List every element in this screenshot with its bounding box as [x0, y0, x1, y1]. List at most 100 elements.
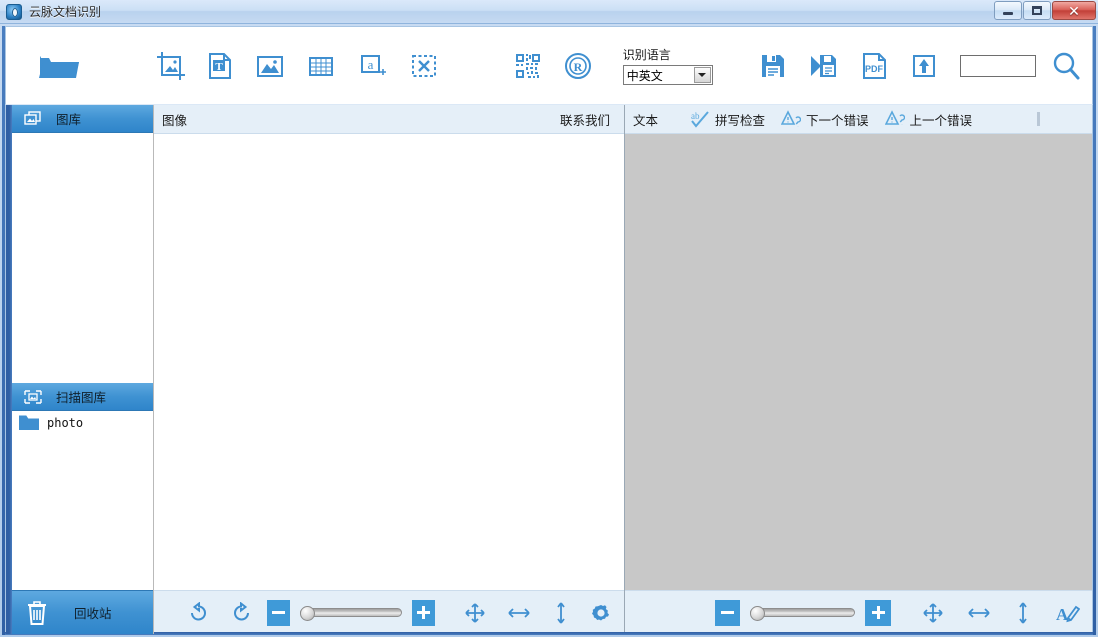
contact-us-link[interactable]: 联系我们 — [560, 110, 610, 129]
window-title: 云脉文档识别 — [29, 5, 102, 19]
image-zoom-slider[interactable] — [300, 606, 403, 621]
image-fit-height-button[interactable] — [553, 601, 569, 625]
next-error-button[interactable]: 下一个错误 — [781, 110, 869, 129]
maximize-button[interactable] — [1023, 1, 1051, 20]
folder-icon — [19, 415, 39, 430]
export-save-icon — [811, 54, 837, 77]
minimize-button[interactable] — [994, 1, 1022, 20]
image-panel-header: 图像 联系我们 — [154, 105, 624, 134]
main-content: 图库 扫描图库 photo 回收站 图像 联系我们 文本 ab 拼写检查 下一个… — [5, 104, 1093, 635]
prev-error-button[interactable]: 上一个错误 — [884, 110, 973, 129]
search-input[interactable] — [960, 55, 1036, 76]
image-panel-title: 图像 — [162, 113, 188, 128]
text-fit-width-button[interactable] — [967, 602, 991, 624]
crop-image-button[interactable] — [156, 38, 186, 94]
text-panel: 文本 ab 拼写检查 下一个错误 上一个错误 A — [625, 105, 1092, 634]
text-doc-icon: T — [209, 52, 232, 79]
fit-height-icon — [556, 601, 565, 624]
window-right-edge — [1093, 26, 1096, 635]
search-input-wrapper[interactable] — [959, 54, 1037, 77]
spell-check-button[interactable]: ab 拼写检查 — [688, 110, 765, 129]
slider-knob[interactable] — [300, 606, 316, 621]
image-fit-width-button[interactable] — [507, 602, 531, 624]
floppy-save-icon — [761, 54, 784, 77]
language-selector-group: 识别语言 中英文 — [622, 38, 713, 94]
svg-text:ab: ab — [691, 111, 700, 121]
sidebar: 图库 扫描图库 photo 回收站 — [6, 105, 154, 634]
spellcheck-icon: ab — [691, 111, 709, 128]
qr-code-icon — [515, 53, 540, 78]
add-character-button[interactable]: a — [358, 38, 388, 94]
search-icon — [1053, 52, 1080, 79]
rotate-left-icon — [191, 601, 207, 620]
spell-check-label: 拼写检查 — [715, 113, 766, 128]
crop-image-icon — [156, 51, 185, 80]
main-toolbar: T a R 识别语言 中英文 PDF — [5, 26, 1093, 104]
folder-open-icon — [38, 55, 79, 78]
font-edit-button[interactable]: A — [1054, 601, 1080, 625]
text-zoom-out-button[interactable] — [714, 599, 741, 626]
gallery-list[interactable] — [12, 133, 153, 383]
scan-gallery-list[interactable]: photo — [12, 411, 153, 590]
chevron-down-icon[interactable] — [693, 67, 711, 83]
save-as-button[interactable] — [809, 38, 839, 94]
sidebar-recycle-bin[interactable]: 回收站 — [12, 590, 153, 634]
close-button[interactable]: ✕ — [1052, 1, 1096, 20]
window-left-edge — [2, 26, 5, 635]
fit-page-icon — [923, 602, 943, 623]
sidebar-gallery-label: 图库 — [56, 113, 82, 127]
application-window: 云脉文档识别 ✕ T a R 识别语言 中英文 PDF 图库 扫描图库 phot… — [0, 0, 1098, 637]
sidebar-section-scan-gallery[interactable]: 扫描图库 — [12, 383, 153, 411]
panel-divider-handle[interactable] — [1037, 112, 1040, 126]
text-panel-title: 文本 — [633, 113, 659, 128]
image-panel-footer — [154, 590, 624, 634]
text-zoom-slider[interactable] — [750, 606, 856, 621]
image-canvas[interactable] — [154, 134, 624, 590]
trash-icon — [28, 600, 46, 625]
dashed-x-icon — [411, 54, 436, 77]
image-zoom-in-button[interactable] — [412, 599, 436, 626]
image-zoom-out-button[interactable] — [267, 599, 291, 626]
rotate-left-button[interactable] — [187, 601, 209, 624]
text-canvas[interactable] — [625, 134, 1092, 590]
image-region-button[interactable] — [255, 38, 285, 94]
next-error-icon — [781, 110, 802, 127]
maximize-icon — [1032, 6, 1042, 15]
minus-icon — [721, 611, 735, 614]
sidebar-section-gallery[interactable]: 图库 — [12, 105, 153, 133]
minimize-icon — [1003, 12, 1013, 15]
delete-region-button[interactable] — [410, 38, 438, 94]
qrcode-button[interactable] — [514, 38, 542, 94]
settings-gear-icon — [591, 604, 609, 620]
image-fit-page-button[interactable] — [464, 602, 486, 624]
text-fit-page-button[interactable] — [922, 602, 944, 624]
image-settings-button[interactable] — [590, 602, 612, 624]
title-bar: 云脉文档识别 ✕ — [0, 0, 1098, 24]
list-item[interactable]: photo — [12, 411, 153, 435]
save-button[interactable] — [758, 38, 788, 94]
search-button[interactable] — [1050, 38, 1082, 94]
export-pdf-button[interactable]: PDF — [861, 38, 889, 94]
font-edit-icon: A — [1056, 605, 1080, 624]
prev-error-label: 上一个错误 — [909, 113, 973, 128]
registered-r-icon: R — [565, 52, 592, 79]
rotate-right-icon — [233, 601, 249, 620]
text-zoom-in-button[interactable] — [865, 599, 891, 626]
upload-button[interactable] — [910, 38, 938, 94]
prev-error-icon — [884, 110, 905, 125]
svg-text:T: T — [216, 61, 224, 73]
picture-icon — [256, 55, 283, 77]
text-fit-height-button[interactable] — [1015, 601, 1031, 625]
app-icon — [6, 3, 22, 20]
table-region-button[interactable] — [306, 38, 336, 94]
open-folder-button[interactable] — [38, 38, 80, 94]
language-select[interactable]: 中英文 — [622, 65, 713, 85]
slider-knob[interactable] — [750, 606, 766, 621]
sidebar-recycle-bin-label: 回收站 — [74, 607, 112, 621]
text-region-button[interactable]: T — [207, 38, 233, 94]
rotate-right-button[interactable] — [231, 601, 253, 624]
language-selected-value: 中英文 — [626, 68, 663, 83]
scan-gallery-icon — [24, 389, 42, 404]
upload-arrow-icon — [913, 54, 936, 77]
trademark-button[interactable]: R — [563, 38, 593, 94]
